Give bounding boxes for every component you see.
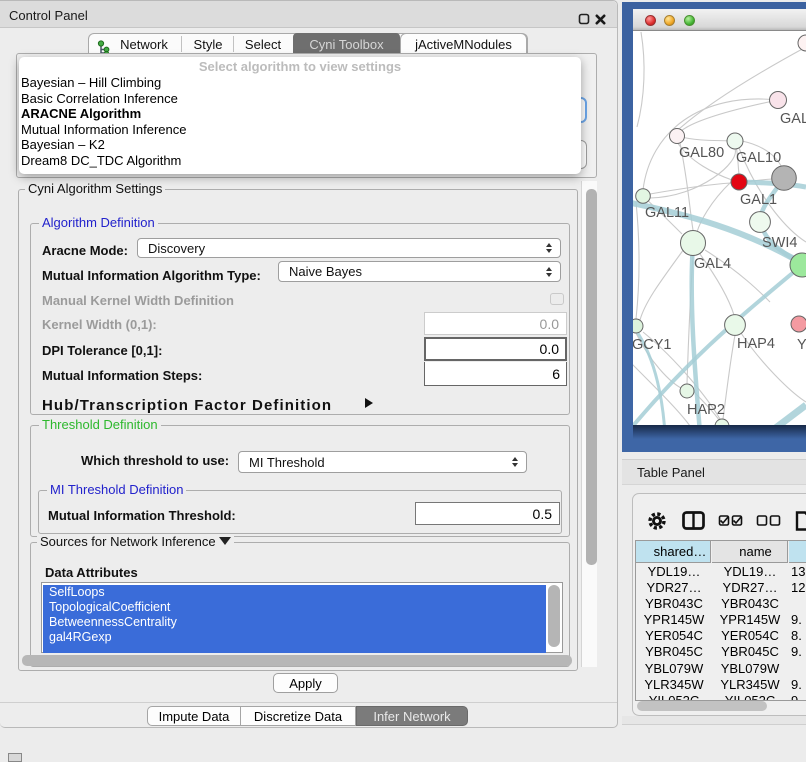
svg-text:HAP4: HAP4 [737,336,775,352]
svg-text:GAL7: GAL7 [780,111,806,127]
svg-text:GAL4: GAL4 [694,256,731,272]
svg-text:GAL10: GAL10 [736,150,781,166]
svg-text:GAL1: GAL1 [740,192,777,208]
svg-text:GCY1: GCY1 [633,337,672,353]
svg-text:SWI4: SWI4 [762,235,797,251]
svg-text:GAL11: GAL11 [645,205,689,221]
svg-text:YB: YB [797,337,806,353]
svg-text:GAL80: GAL80 [679,145,724,161]
svg-text:HAP2: HAP2 [687,402,725,418]
